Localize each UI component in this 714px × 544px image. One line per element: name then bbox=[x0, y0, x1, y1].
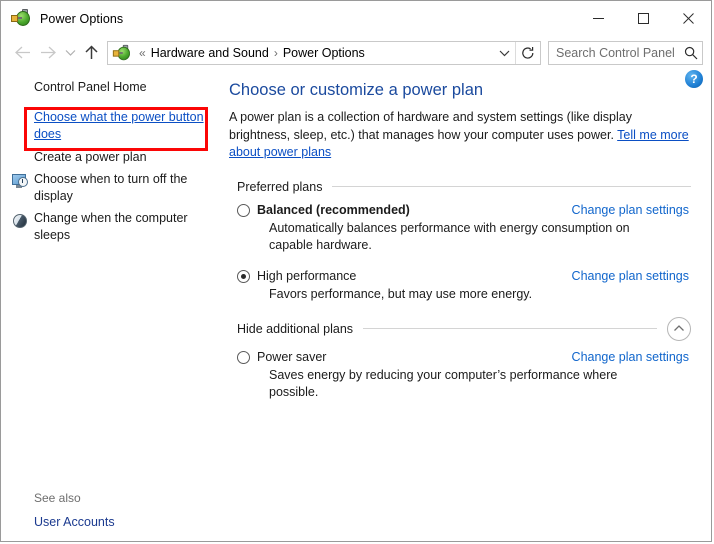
sidebar-item-choose-what-the-power-button-does[interactable]: Choose what the power button does bbox=[1, 109, 229, 143]
sidebar-item-label[interactable]: Change when the computer sleeps bbox=[31, 210, 217, 244]
content-area: Control Panel Home Choose what the power… bbox=[1, 69, 711, 541]
refresh-icon[interactable] bbox=[516, 46, 540, 60]
change-plan-settings-high-performance[interactable]: Change plan settings bbox=[572, 268, 691, 285]
change-plan-settings-balanced[interactable]: Change plan settings bbox=[572, 202, 691, 219]
additional-plans-header: Hide additional plans bbox=[237, 316, 691, 341]
plan-header-balanced: Balanced (recommended) Change plan setti… bbox=[257, 202, 691, 219]
display-clock-icon bbox=[11, 173, 31, 191]
see-also-section: See also User Accounts bbox=[34, 491, 224, 529]
main-panel: ? Choose or customize a power plan A pow… bbox=[229, 69, 711, 541]
sidebar-item-change-when-the-computer-sleeps[interactable]: Change when the computer sleeps bbox=[1, 210, 229, 244]
navigation-bar: « Hardware and Sound › Power Options Sea… bbox=[1, 36, 711, 69]
plan-name-balanced[interactable]: Balanced (recommended) bbox=[257, 202, 410, 219]
power-options-window: Power Options « Hardware and Sound › Pow… bbox=[0, 0, 712, 542]
see-also-title: See also bbox=[34, 491, 81, 505]
plan-description-high-performance: Favors performance, but may use more ene… bbox=[269, 286, 533, 301]
close-button[interactable] bbox=[666, 1, 711, 36]
radio-power-saver[interactable] bbox=[237, 350, 250, 364]
plan-row-power-saver[interactable]: Power saver Change plan settings Saves e… bbox=[237, 349, 691, 401]
breadcrumb-item-hardware-and-sound[interactable]: Hardware and Sound bbox=[151, 46, 269, 60]
plan-row-high-performance[interactable]: High performance Change plan settings Fa… bbox=[237, 268, 691, 303]
minimize-button[interactable] bbox=[576, 1, 621, 36]
magnifier-icon[interactable] bbox=[680, 46, 702, 60]
preferred-plans-label: Preferred plans bbox=[237, 179, 323, 194]
forward-arrow-icon[interactable] bbox=[35, 40, 61, 66]
page-title: Choose or customize a power plan bbox=[229, 81, 484, 99]
see-also-link-user-accounts[interactable]: User Accounts bbox=[34, 515, 224, 529]
recent-locations-chevron-down-icon[interactable] bbox=[61, 40, 79, 66]
address-bar[interactable]: « Hardware and Sound › Power Options bbox=[107, 40, 541, 65]
back-arrow-icon[interactable] bbox=[9, 40, 35, 66]
help-icon[interactable]: ? bbox=[685, 70, 703, 88]
hide-additional-plans-label[interactable]: Hide additional plans bbox=[237, 322, 363, 336]
sidebar-item-create-a-power-plan[interactable]: Create a power plan bbox=[1, 149, 229, 166]
search-box[interactable]: Search Control Panel bbox=[548, 40, 703, 65]
preferred-plans-rule bbox=[332, 186, 691, 187]
power-plug-battery-icon bbox=[11, 8, 31, 29]
preferred-plans-section: Preferred plans Balanced (recommended) C… bbox=[237, 180, 691, 303]
sidebar-item-label[interactable]: Create a power plan bbox=[11, 149, 147, 166]
plan-description-power-saver: Saves energy by reducing your computer’s… bbox=[269, 367, 618, 399]
window-controls bbox=[576, 1, 711, 36]
sidebar: Control Panel Home Choose what the power… bbox=[1, 69, 229, 541]
window-title: Power Options bbox=[40, 11, 124, 26]
title-bar: Power Options bbox=[1, 1, 711, 36]
plan-row-balanced[interactable]: Balanced (recommended) Change plan setti… bbox=[237, 202, 691, 254]
preferred-plans-header: Preferred plans bbox=[237, 180, 691, 194]
maximize-button[interactable] bbox=[621, 1, 666, 36]
plan-header-power-saver: Power saver Change plan settings bbox=[257, 349, 691, 366]
plan-header-high-performance: High performance Change plan settings bbox=[257, 268, 691, 285]
radio-balanced[interactable] bbox=[237, 203, 250, 217]
address-power-plug-battery-icon bbox=[112, 44, 130, 60]
breadcrumb-overflow-icon[interactable]: « bbox=[134, 46, 151, 60]
chevron-up-icon[interactable] bbox=[667, 316, 691, 341]
sidebar-item-label[interactable]: Choose when to turn off the display bbox=[31, 171, 217, 205]
sidebar-item-label[interactable]: Choose what the power button does bbox=[11, 109, 217, 143]
breadcrumb-item-power-options[interactable]: Power Options bbox=[283, 46, 365, 60]
up-arrow-icon[interactable] bbox=[79, 40, 103, 66]
sidebar-item-control-panel-home[interactable]: Control Panel Home bbox=[1, 79, 229, 96]
additional-plans-rule bbox=[363, 328, 657, 329]
plan-name-high-performance[interactable]: High performance bbox=[257, 268, 356, 285]
moon-sleep-icon bbox=[11, 212, 31, 230]
search-input[interactable]: Search Control Panel bbox=[549, 46, 680, 60]
breadcrumb-separator-icon: › bbox=[273, 45, 278, 60]
additional-plans-section: Hide additional plans Power saver Change… bbox=[237, 316, 691, 401]
sidebar-item-label: Control Panel Home bbox=[34, 80, 147, 94]
page-description-text: A power plan is a collection of hardware… bbox=[229, 110, 632, 142]
address-chevron-down-icon[interactable] bbox=[493, 49, 515, 57]
sidebar-item-choose-when-to-turn-off-the-display[interactable]: Choose when to turn off the display bbox=[1, 171, 229, 205]
page-description: A power plan is a collection of hardware… bbox=[229, 109, 691, 162]
change-plan-settings-power-saver[interactable]: Change plan settings bbox=[572, 349, 691, 366]
radio-high-performance[interactable] bbox=[237, 269, 250, 283]
plan-description-balanced: Automatically balances performance with … bbox=[269, 220, 630, 252]
plan-name-power-saver[interactable]: Power saver bbox=[257, 349, 326, 366]
